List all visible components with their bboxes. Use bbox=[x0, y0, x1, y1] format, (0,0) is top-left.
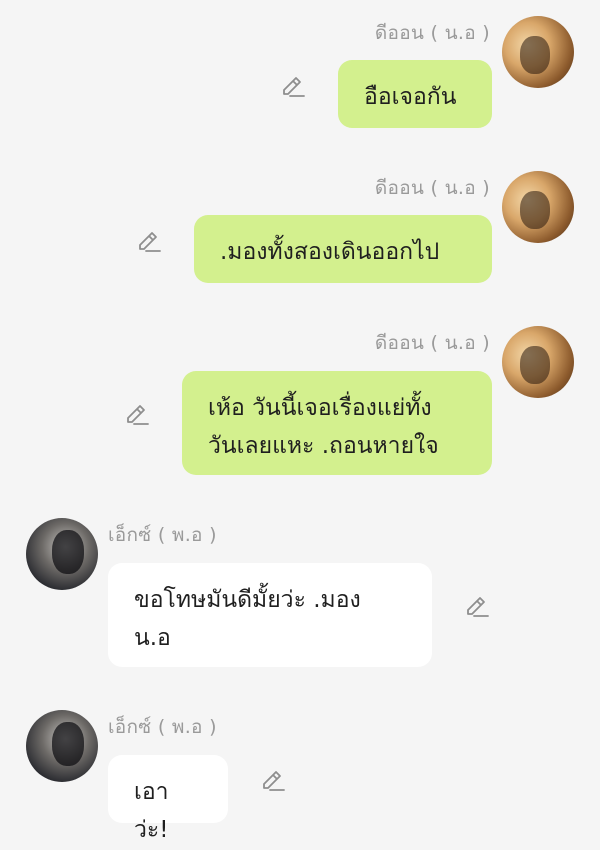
pencil-icon[interactable] bbox=[260, 768, 286, 794]
message-bubble[interactable]: อือเจอกัน bbox=[338, 60, 492, 128]
message-bubble[interactable]: เอาว่ะ! bbox=[108, 755, 228, 843]
sender-name: เอ็กซ์ ( พ.อ ) bbox=[108, 716, 217, 738]
message-text-line: น.อ bbox=[134, 625, 171, 651]
message-bubble[interactable]: ขอโทษมันดีมั้ยว่ะ .มอง น.อ bbox=[108, 563, 432, 667]
sender-name: เอ็กซ์ ( พ.อ ) bbox=[108, 524, 217, 546]
pencil-icon[interactable] bbox=[136, 229, 162, 255]
avatar[interactable] bbox=[502, 16, 574, 88]
pencil-icon[interactable] bbox=[280, 74, 306, 100]
avatar[interactable] bbox=[26, 518, 98, 590]
message-text-line: เห้อ วันนี้เจอเรื่องแย่ทั้ง bbox=[208, 395, 432, 421]
chat-thread: ดีออน ( น.อ ) อือเจอกัน ดีออน ( น.อ ) .ม… bbox=[0, 0, 600, 850]
sender-name: ดีออน ( น.อ ) bbox=[374, 177, 490, 199]
avatar[interactable] bbox=[502, 171, 574, 243]
message-bubble[interactable]: เห้อ วันนี้เจอเรื่องแย่ทั้ง วันเลยแหะ .ถ… bbox=[182, 371, 492, 475]
pencil-icon[interactable] bbox=[124, 402, 150, 428]
message-text-line: วันเลยแหะ .ถอนหายใจ bbox=[208, 433, 439, 459]
message-bubble[interactable]: .มองทั้งสองเดินออกไป bbox=[194, 215, 492, 283]
message-text: .มองทั้งสองเดินออกไป bbox=[220, 239, 440, 265]
sender-name: ดีออน ( น.อ ) bbox=[374, 22, 490, 44]
message-text-line: ขอโทษมันดีมั้ยว่ะ .มอง bbox=[134, 587, 361, 613]
sender-name: ดีออน ( น.อ ) bbox=[374, 332, 490, 354]
avatar[interactable] bbox=[26, 710, 98, 782]
message-text: เอาว่ะ! bbox=[134, 779, 169, 843]
message-text: อือเจอกัน bbox=[364, 84, 457, 110]
pencil-icon[interactable] bbox=[464, 594, 490, 620]
avatar[interactable] bbox=[502, 326, 574, 398]
